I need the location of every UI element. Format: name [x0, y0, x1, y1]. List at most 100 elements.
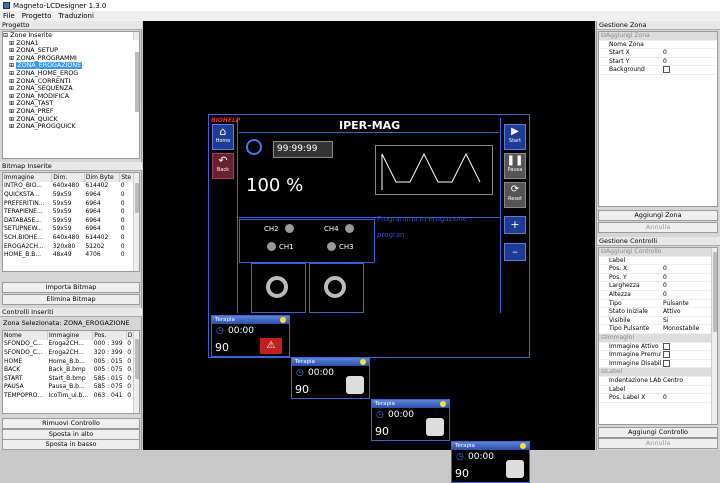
property-value[interactable]: 0 — [661, 49, 717, 57]
tree-zone-item[interactable]: ⊞ ZONA_EROGAZIONE — [3, 62, 139, 70]
property-row[interactable]: Tipo Pulsante — [599, 300, 717, 309]
menu-progetto[interactable]: Progetto — [22, 12, 52, 20]
property-value[interactable]: Pulsante — [661, 300, 717, 308]
back-button[interactable]: ↶ Back — [212, 153, 234, 179]
property-row[interactable]: Pos. Y 0 — [599, 274, 717, 283]
add-control-button[interactable]: Aggiungi Controllo — [598, 427, 718, 438]
bitmap-row[interactable]: EROGA2CH... 320x80 51202 0 — [3, 242, 135, 251]
zone-tree[interactable]: ⊟ Zone Inserite ⊞ ZONA1 ⊞ ZONA_SETUP ⊞ Z… — [2, 31, 140, 159]
menu-file[interactable]: File — [3, 12, 15, 20]
control-row[interactable]: BACK Back_B.bmp 005 : 075 0 — [3, 365, 135, 374]
property-row[interactable]: Nome Zona — [599, 41, 717, 50]
tree-zone-item[interactable]: ⊞ ZONA1 — [3, 40, 139, 48]
controls-group-header[interactable]: ⊟ Aggiungi Controllo — [599, 248, 717, 257]
checkbox[interactable] — [663, 351, 670, 359]
property-row[interactable]: Pos. Label X 0 — [599, 394, 717, 403]
col-nome[interactable]: Nome — [3, 331, 49, 340]
property-value[interactable]: Monostabile — [661, 325, 717, 333]
property-value[interactable]: 0 — [661, 58, 717, 66]
property-row[interactable]: Start Y 0 — [599, 58, 717, 67]
property-value[interactable]: Centro — [661, 377, 717, 385]
property-row[interactable]: Immagine Attivo — [599, 342, 717, 352]
property-value[interactable]: 0 — [661, 394, 717, 402]
images-group-header[interactable]: ⊟ Immagini — [599, 333, 717, 343]
therapy-card-3[interactable]: Terapia ◷ 00:00 90 — [371, 399, 450, 441]
control-row[interactable]: START Start_B.bmp 585 : 015 0 — [3, 374, 135, 383]
bitmap-row[interactable]: PREFERITIN... 59x59 6964 0 — [3, 199, 135, 208]
controls-scrollbar[interactable] — [133, 331, 139, 413]
tree-zone-item[interactable]: ⊞ ZONA_TAST — [3, 100, 139, 108]
property-value[interactable]: 0 — [661, 291, 717, 299]
background-checkbox[interactable] — [663, 66, 670, 74]
col-dimbyte[interactable]: Dim Byte — [84, 173, 121, 182]
therapy-card-4[interactable]: Terapia ◷ 00:00 90 — [451, 441, 530, 483]
property-row[interactable]: Label — [599, 257, 717, 266]
property-value[interactable] — [661, 257, 717, 265]
bitmap-row[interactable]: TERAPIENE... 59x59 6964 0 — [3, 207, 135, 216]
pause-button[interactable]: ❚❚ Pausa — [504, 153, 526, 179]
control-row[interactable]: HOME Home_B.b... 005 : 015 0 — [3, 357, 135, 366]
bitmap-row[interactable]: SETUPNEW... 59x59 6964 0 — [3, 225, 135, 234]
col-dim[interactable]: Dim. — [51, 173, 85, 182]
property-value[interactable]: Attivo — [661, 308, 717, 316]
control-row[interactable]: SFONDO_C... Eroga2CH... 320 : 399 0 — [3, 348, 135, 357]
property-value[interactable]: 0 — [661, 265, 717, 273]
bitmap-row[interactable]: HOME_B.B... 48x49 4706 0 — [3, 250, 135, 259]
reset-button[interactable]: ⟳ Reset — [504, 182, 526, 208]
bitmap-table[interactable]: Immagine Dim. Dim Byte Ste INTRO_BIO... 6… — [2, 172, 140, 272]
control-row[interactable]: TEMPOPRO... IcoTim_ui.b... 063 : 041 0 — [3, 391, 135, 400]
remove-control-button[interactable]: Rimuovi Controllo — [2, 418, 140, 429]
property-row[interactable]: Label — [599, 386, 717, 395]
property-row[interactable]: Indentazione LAbe Centro — [599, 377, 717, 386]
property-row[interactable]: Visibile Si — [599, 317, 717, 326]
label-group-header[interactable]: ⊟ Label — [599, 368, 717, 377]
tree-root[interactable]: ⊟ Zone Inserite — [3, 32, 139, 40]
bitmap-row[interactable]: SCH.BIOHE... 640x480 614402 0 — [3, 233, 135, 242]
minus-button[interactable]: – — [504, 243, 526, 261]
tree-zone-item[interactable]: ⊞ ZONA_HOME_EROG — [3, 70, 139, 78]
tree-zone-item[interactable]: ⊞ ZONA_QUICK — [3, 116, 139, 124]
start-button[interactable]: ▶ Start — [504, 124, 526, 150]
bitmap-scrollbar[interactable] — [133, 173, 139, 271]
property-value[interactable] — [661, 351, 717, 359]
property-row[interactable]: Tipo Pulsante Monostabile — [599, 325, 717, 334]
col-pos[interactable]: Pos. — [92, 331, 127, 340]
move-down-button[interactable]: Sposta in basso — [2, 439, 140, 450]
home-button[interactable]: ⌂ Home — [212, 124, 234, 150]
tree-zone-item[interactable]: ⊞ ZONA_PREF — [3, 108, 139, 116]
property-row[interactable]: Start X 0 — [599, 49, 717, 58]
bitmap-row[interactable]: INTRO_BIO... 640x480 614402 0 — [3, 182, 135, 191]
property-value[interactable] — [661, 359, 717, 368]
props-scrollbar[interactable] — [711, 248, 717, 424]
controls-table[interactable]: Nome Immagine Pos. D SFONDO_C... Eroga2CH… — [2, 330, 140, 414]
property-row[interactable]: Background — [599, 66, 717, 75]
checkbox[interactable] — [663, 359, 670, 367]
property-row[interactable]: Stato Iniziale Attivo — [599, 308, 717, 317]
tree-scrollbar[interactable] — [133, 32, 139, 112]
property-row[interactable]: Immagine Disabilit — [599, 359, 717, 369]
zone-group-header[interactable]: ⊟ Aggiungi Zona — [599, 32, 717, 41]
property-value[interactable] — [661, 386, 717, 394]
lcd-panel[interactable]: ⌂ Home ↶ Back BIOHELP IPER-MAG 99:99:99 … — [208, 114, 530, 483]
plus-button[interactable]: + — [504, 216, 526, 234]
property-value[interactable] — [661, 342, 717, 351]
control-row[interactable]: PAUSA Pausa_B.b... 585 : 075 0 — [3, 383, 135, 392]
control-row[interactable]: SFONDO_C... Eroga2CH... 000 : 399 0 — [3, 340, 135, 349]
tree-zone-item[interactable]: ⊞ ZONA_SEQUENZA — [3, 85, 139, 93]
property-value[interactable] — [661, 41, 717, 49]
col-immagine-ctl[interactable]: Immagine — [47, 331, 94, 340]
cancel-zone-button[interactable]: Annulla — [598, 222, 718, 233]
bitmap-row[interactable]: DATABASE... 59x59 6964 0 — [3, 216, 135, 225]
tree-zone-item[interactable]: ⊞ ZONA_SETUP — [3, 47, 139, 55]
property-value[interactable]: 0 — [661, 282, 717, 290]
property-value[interactable] — [661, 66, 717, 74]
property-row[interactable]: Pos. X 0 — [599, 265, 717, 274]
control-properties[interactable]: ⊟ Aggiungi Controllo Label Pos. X 0 Pos. Y0… — [598, 247, 718, 425]
property-row[interactable]: Immagine Premut — [599, 351, 717, 360]
cancel-control-button[interactable]: Annulla — [598, 438, 718, 449]
import-bitmap-button[interactable]: Importa Bitmap — [2, 282, 140, 293]
therapy-card-1[interactable]: Terapia ◷ 00:00 90 ⚠ — [211, 315, 290, 357]
property-row[interactable]: Altezza 0 — [599, 291, 717, 300]
tree-zone-item[interactable]: ⊞ ZONA_PROGQUICK — [3, 123, 139, 131]
zone-properties[interactable]: ⊟ Aggiungi Zona Nome Zona Start X 0 Start Y… — [598, 31, 718, 207]
